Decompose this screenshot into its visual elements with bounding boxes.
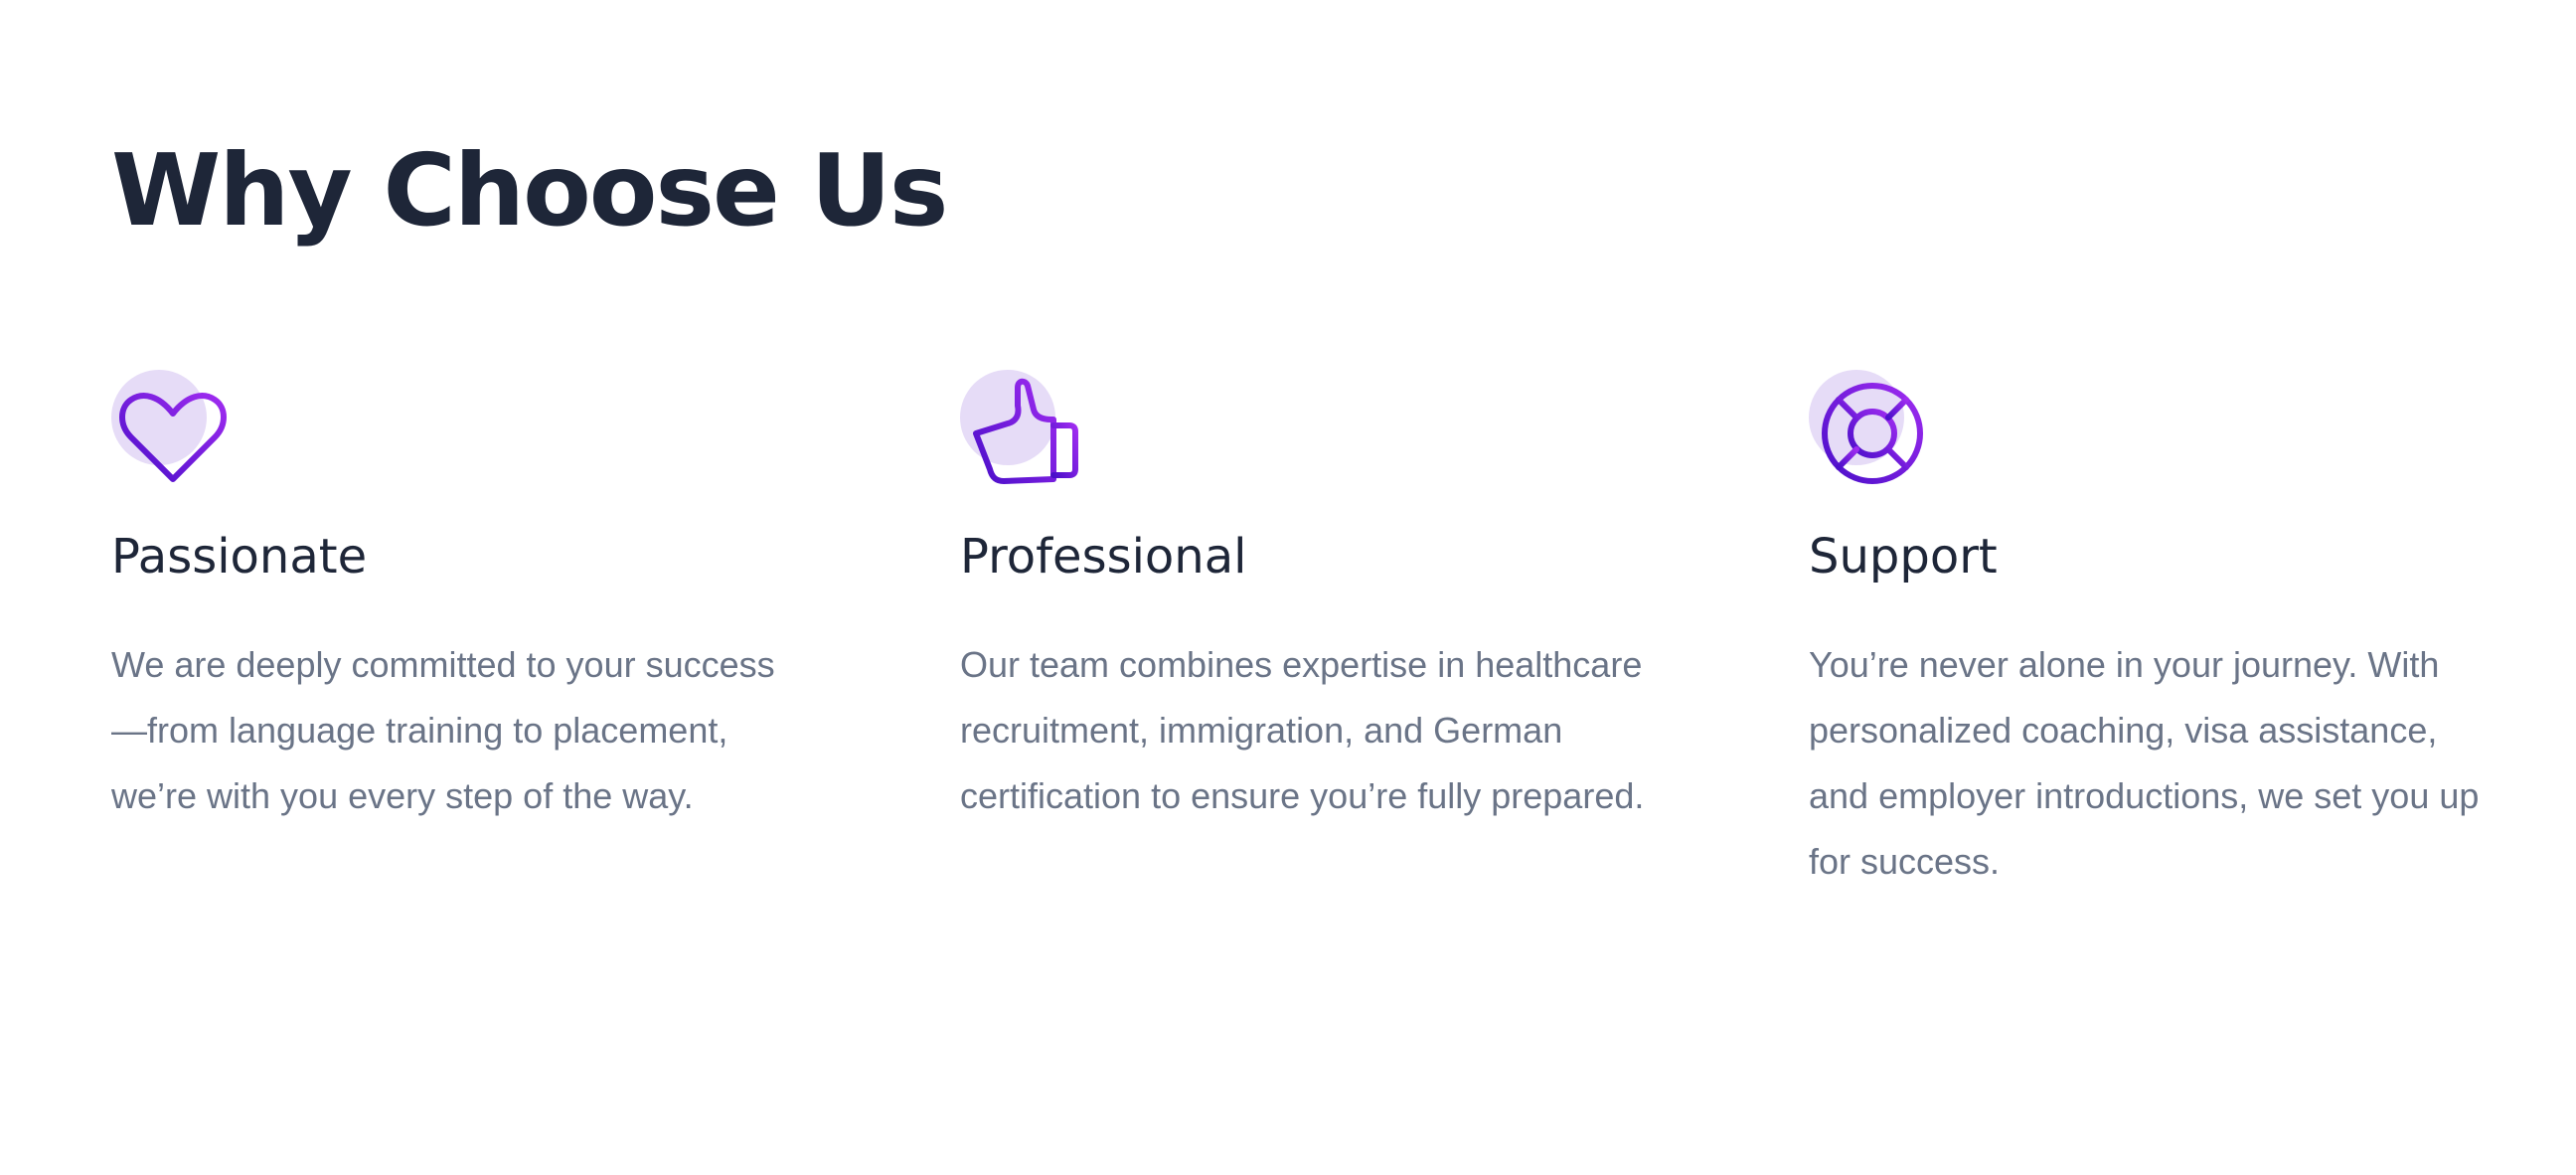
feature-professional: Professional Our team combines expertise… [960,370,1695,816]
feature-title: Passionate [111,529,368,585]
heart-icon-graphic [119,393,227,482]
heart-icon [111,370,231,489]
lifebuoy-icon-graphic [1822,383,1923,484]
feature-description: Our team combines expertise in healthcar… [960,644,1645,816]
feature-title: Professional [960,529,1247,585]
feature-support: Support You’re never alone in your journ… [1809,370,2544,882]
feature-description: We are deeply committed to your success—… [111,644,775,816]
thumbs-up-icon [960,370,1079,489]
feature-title: Support [1809,529,1998,585]
feature-passionate: Passionate We are deeply committed to yo… [111,370,847,816]
features-list: Passionate We are deeply committed to yo… [111,370,2536,926]
lifebuoy-icon [1809,370,1928,489]
why-choose-us-section: Why Choose Us Passionate We are deeply c… [0,0,2576,1175]
thumbs-up-icon-graphic [973,378,1078,484]
section-title: Why Choose Us [111,132,948,249]
feature-description: You’re never alone in your journey. With… [1809,644,2480,882]
